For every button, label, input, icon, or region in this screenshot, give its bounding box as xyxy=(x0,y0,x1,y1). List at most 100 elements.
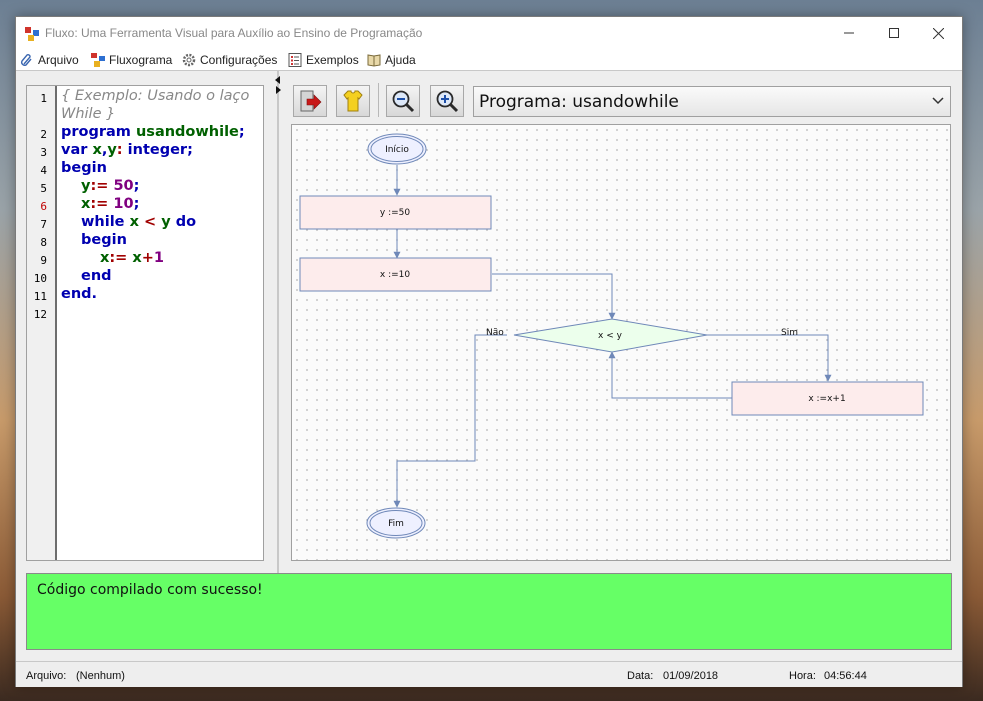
punctuation: ; xyxy=(133,196,140,212)
operator: < xyxy=(143,214,157,230)
process-block[interactable]: y :=50 xyxy=(299,195,492,230)
code-line: y:= 50; xyxy=(81,178,139,194)
panel-splitter[interactable] xyxy=(274,71,282,576)
identifier: usandowhile xyxy=(135,124,239,140)
date-label: Data: xyxy=(627,670,654,682)
app-logo-icon xyxy=(25,27,39,41)
file-label: Arquivo: xyxy=(26,670,67,682)
menu-label: Configurações xyxy=(200,53,278,67)
program-select-value: Programa: usandowhile xyxy=(479,91,679,112)
menu-ajuda[interactable]: Ajuda xyxy=(367,51,416,69)
zoom-in-button[interactable] xyxy=(430,85,464,117)
app-window: Fluxo: Uma Ferramenta Visual para Auxíli… xyxy=(15,16,963,687)
flowchart-canvas[interactable]: Início y :=50 x :=10 x < y Sim Não x:=x… xyxy=(291,124,951,561)
start-terminal[interactable]: Início xyxy=(367,133,427,165)
gear-icon xyxy=(182,53,196,67)
list-icon xyxy=(288,53,302,67)
zoom-out-button[interactable] xyxy=(386,85,420,117)
code-line: x:= 10; xyxy=(81,196,139,212)
no-branch-label: Não xyxy=(486,328,504,338)
keyword: do xyxy=(175,214,197,230)
window-title: Fluxo: Uma Ferramenta Visual para Auxíli… xyxy=(45,26,423,40)
identifier: x xyxy=(92,142,102,158)
console-message: Código compilado com sucesso! xyxy=(37,582,263,598)
yes-branch-label: Sim xyxy=(781,328,798,338)
shirt-button[interactable] xyxy=(336,85,370,117)
line-number: 7 xyxy=(40,218,47,231)
decision-block[interactable]: x < y xyxy=(513,318,708,353)
keyword: program xyxy=(61,124,131,140)
code-editor[interactable]: 1 2 3 4 5 6 7 8 9 10 11 12 { Exemplo: Us… xyxy=(26,85,264,561)
punctuation: ; xyxy=(238,124,245,140)
menu-fluxograma[interactable]: Fluxograma xyxy=(91,51,172,69)
minimize-button[interactable] xyxy=(826,17,871,49)
time-label: Hora: xyxy=(789,670,816,682)
number: 10 xyxy=(113,196,134,212)
line-number: 5 xyxy=(40,182,47,195)
maximize-icon xyxy=(888,28,899,38)
operator: := xyxy=(90,196,109,212)
flowchart-diagram: Início y :=50 x :=10 x < y Sim Não x:=x… xyxy=(299,133,924,539)
number: 50 xyxy=(113,178,134,194)
exit-arrow-icon xyxy=(300,90,322,112)
end-terminal[interactable]: Fim xyxy=(366,507,426,539)
end-label: Fim xyxy=(388,519,404,529)
close-button[interactable] xyxy=(916,17,961,49)
exit-button[interactable] xyxy=(293,85,327,117)
code-line: begin xyxy=(61,160,107,176)
chevron-down-icon xyxy=(932,97,944,105)
zoom-out-icon xyxy=(392,90,415,113)
file-value: (Nenhum) xyxy=(76,670,125,682)
toolbar-separator xyxy=(378,83,379,117)
identifier: y xyxy=(107,142,117,158)
identifier: x xyxy=(100,250,110,266)
number: 1 xyxy=(153,250,164,266)
identifier: x xyxy=(132,250,142,266)
zoom-in-icon xyxy=(436,90,459,113)
process-block[interactable]: x :=10 xyxy=(299,257,492,292)
code-line: end. xyxy=(61,286,97,302)
line-number: 1 xyxy=(40,92,47,105)
line-number: 8 xyxy=(40,236,47,249)
line-number: 6 xyxy=(40,200,47,213)
punctuation: ; xyxy=(133,178,140,194)
line-number: 9 xyxy=(40,254,47,267)
identifier: x xyxy=(81,196,91,212)
splitter-line xyxy=(277,71,279,576)
punctuation: ; xyxy=(187,142,193,158)
keyword: while xyxy=(81,214,125,230)
menu-label: Exemplos xyxy=(306,53,359,67)
title-bar[interactable]: Fluxo: Uma Ferramenta Visual para Auxíli… xyxy=(16,17,962,49)
identifier: x xyxy=(129,214,139,230)
close-icon xyxy=(933,27,944,39)
main-area: 1 2 3 4 5 6 7 8 9 10 11 12 { Exemplo: Us… xyxy=(16,70,962,687)
compile-output-console: Código compilado com sucesso! xyxy=(26,573,952,650)
menu-arquivo[interactable]: Arquivo xyxy=(20,51,79,69)
code-comment: While } xyxy=(61,106,116,122)
minimize-icon xyxy=(843,32,854,34)
operator: := xyxy=(90,178,109,194)
menu-exemplos[interactable]: Exemplos xyxy=(288,51,359,69)
process-block[interactable]: x :=x+1 xyxy=(731,381,924,416)
time-value: 04:56:44 xyxy=(824,670,867,682)
process-label: y :=50 xyxy=(380,208,410,218)
code-line: end xyxy=(81,268,112,284)
process-label: x :=x+1 xyxy=(808,394,845,404)
status-bar: Arquivo: (Nenhum) Data: 01/09/2018 Hora:… xyxy=(16,661,962,687)
line-number: 11 xyxy=(33,290,47,303)
code-line: while x < y do xyxy=(81,214,196,230)
punctuation: : xyxy=(116,142,123,158)
code-line: begin xyxy=(81,232,127,248)
menu-label: Fluxograma xyxy=(109,53,173,67)
program-select[interactable]: Programa: usandowhile xyxy=(473,86,951,117)
collapse-arrows-icon[interactable] xyxy=(274,75,282,95)
keyword: end xyxy=(61,286,92,302)
maximize-button[interactable] xyxy=(871,17,916,49)
identifier: y xyxy=(161,214,171,230)
menu-configuracoes[interactable]: Configurações xyxy=(182,51,277,69)
code-line: x:= x+1 xyxy=(100,250,164,266)
code-line: var x,y: integer; xyxy=(61,142,193,158)
code-comment: { Exemplo: Usando o laço xyxy=(61,88,250,104)
menu-label: Ajuda xyxy=(385,53,416,67)
menu-label: Arquivo xyxy=(38,53,79,67)
